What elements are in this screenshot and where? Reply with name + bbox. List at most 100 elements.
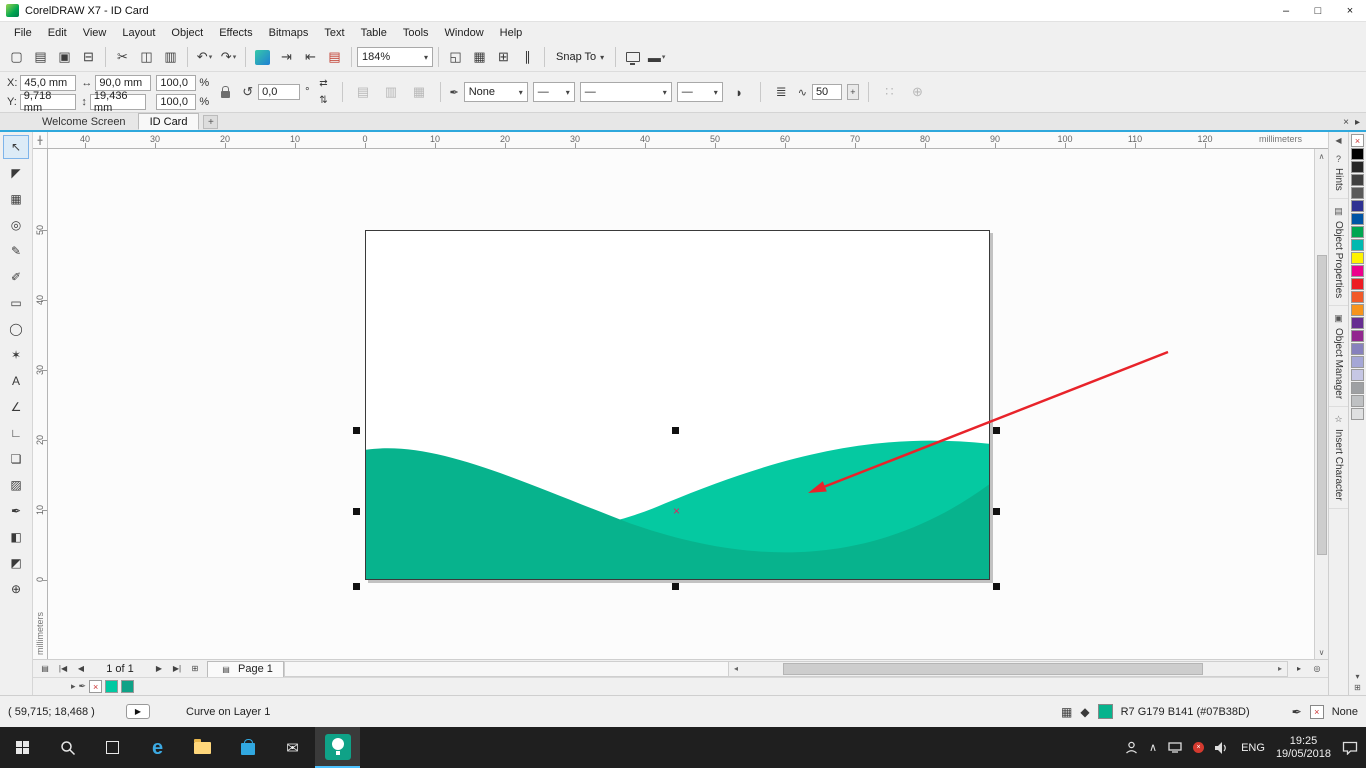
color-swatch[interactable] [1351,252,1364,264]
edge-button[interactable]: e [135,727,180,768]
docker-tab-insert-character[interactable]: ☆ Insert Character [1329,407,1348,509]
document-color-swatch[interactable] [121,680,135,693]
color-swatch[interactable] [1351,395,1364,407]
open-button[interactable]: ▤ [29,46,52,69]
save-button[interactable]: ▣ [53,46,76,69]
vertical-ruler[interactable]: 50 40 30 20 10 0 millimeters [33,149,48,659]
selection-handle-top-left[interactable] [353,427,360,434]
show-guidelines-button[interactable]: ∥ [516,46,539,69]
color-swatch[interactable] [1351,317,1364,329]
crop-tool[interactable]: ▦ [3,187,29,211]
store-button[interactable] [225,727,270,768]
start-button[interactable] [0,727,45,768]
menu-item[interactable]: View [75,24,115,42]
last-page-button[interactable]: ▶| [169,661,185,676]
selection-handle-middle-right[interactable] [993,508,1000,515]
selection-center-marker[interactable]: × [673,505,680,517]
pick-tool[interactable]: ↖ [3,135,29,159]
color-swatch[interactable] [1351,330,1364,342]
scroll-left-icon[interactable]: ◂ [729,662,743,676]
scale-vertical-field[interactable]: 100,0 [156,93,197,110]
new-tab-button[interactable]: + [203,115,219,129]
selection-handle-bottom-right[interactable] [993,583,1000,590]
selection-handle-top-right[interactable] [993,427,1000,434]
smart-fill-tool[interactable]: ◧ [3,525,29,549]
mirror-horizontal-button[interactable]: ⇄ [315,76,333,92]
selection-handle-top-middle[interactable] [672,427,679,434]
menu-item[interactable]: Effects [211,24,260,42]
minimize-button[interactable]: – [1270,0,1302,21]
people-icon[interactable] [1125,741,1138,754]
menu-item[interactable]: Bitmaps [261,24,317,42]
document-tab[interactable]: ID Card [137,113,200,130]
y-position-field[interactable]: 9,718 mm [19,90,76,114]
object-width-field[interactable]: 90,0 mm [95,74,152,91]
connector-tool[interactable]: ∟ [3,421,29,445]
redo-button[interactable]: ↷ ▾ [217,46,240,69]
color-eyedropper-tool[interactable]: ✒ [3,499,29,523]
menu-item[interactable]: Tools [395,24,437,42]
color-swatch[interactable] [1351,291,1364,303]
cut-button[interactable]: ✂ [111,46,134,69]
horizontal-ruler[interactable]: ╋ 40 30 20 10 0 10 20 30 40 50 60 70 80 90 100 110 120 m… [33,132,1328,149]
rotation-angle-field[interactable]: 0,0 [258,84,301,100]
vertical-scrollbar[interactable]: ∧ ∨ [1314,149,1328,659]
restore-button[interactable]: □ [1302,0,1334,21]
color-swatch[interactable] [1351,369,1364,381]
shape-tool[interactable]: ◤ [3,161,29,185]
previous-page-button[interactable]: ◀ [73,661,89,676]
color-swatch[interactable] [1351,148,1364,160]
color-swatch[interactable] [1351,343,1364,355]
close-curve-button[interactable]: ◗ [728,81,751,104]
action-center-icon[interactable] [1342,741,1358,755]
color-swatch[interactable] [1351,408,1364,420]
snap-to-dropdown[interactable]: Snap To ▾ [550,47,610,67]
palette-flyout-icon[interactable]: ▸ [71,681,76,692]
x-position-field[interactable]: 45,0 mm [20,74,77,91]
trim-button[interactable]: ▦ [408,81,431,104]
document-tab[interactable]: Welcome Screen [30,113,138,130]
document-color-swatch[interactable] [105,680,119,693]
fill-color-swatch[interactable] [1097,704,1113,719]
artistic-media-tool[interactable]: ✐ [3,265,29,289]
weld-button[interactable]: ▥ [380,81,403,104]
options-button[interactable] [621,46,644,69]
fullscreen-preview-button[interactable]: ◱ [444,46,467,69]
search-button[interactable] [45,727,90,768]
docker-tab-object-properties[interactable]: ▤ Object Properties [1329,199,1348,307]
color-swatch[interactable] [1351,174,1364,186]
volume-icon[interactable] [1215,741,1230,754]
color-swatch[interactable] [1351,187,1364,199]
palette-expand-icon[interactable]: ⊞ [1354,683,1361,692]
rectangle-tool[interactable]: ▭ [3,291,29,315]
print-button[interactable]: ⊟ [77,46,100,69]
start-arrowhead-select[interactable]: — ▾ [532,82,575,102]
color-swatch[interactable] [1351,161,1364,173]
selection-handle-bottom-middle[interactable] [672,583,679,590]
more-tools-button[interactable]: ⊕ [3,577,29,601]
file-explorer-button[interactable] [180,727,225,768]
drawing-canvas[interactable]: × [48,149,1314,659]
selection-handle-middle-left[interactable] [353,508,360,515]
text-wrap-button[interactable]: ≣ [770,81,793,104]
ruler-origin-icon[interactable]: ╋ [33,132,48,148]
combine-button[interactable]: ▤ [352,81,375,104]
status-flyout-button[interactable]: ▶ [126,704,150,719]
horizontal-scroll-thumb[interactable] [783,662,1203,675]
collapse-dockers-icon[interactable]: ◀ [1335,134,1341,147]
outline-width-select[interactable]: None ▾ [463,82,528,102]
first-page-button[interactable]: |◀ [55,661,71,676]
line-style-select[interactable]: — ▾ [579,82,672,102]
undo-button[interactable]: ↶ ▾ [193,46,216,69]
no-color-swatch[interactable]: × [1351,134,1364,147]
end-arrowhead-select[interactable]: — ▾ [676,82,723,102]
menu-item[interactable]: Help [492,24,531,42]
text-tool[interactable]: A [3,369,29,393]
menu-item[interactable]: Layout [114,24,163,42]
menu-item[interactable]: Object [163,24,211,42]
zoom-navigator-icon[interactable]: ◎ [1309,661,1325,676]
search-content-button[interactable] [251,46,274,69]
close-button[interactable]: × [1334,0,1366,21]
show-grid-button[interactable]: ⊞ [492,46,515,69]
close-document-icon[interactable]: × [1343,117,1349,128]
